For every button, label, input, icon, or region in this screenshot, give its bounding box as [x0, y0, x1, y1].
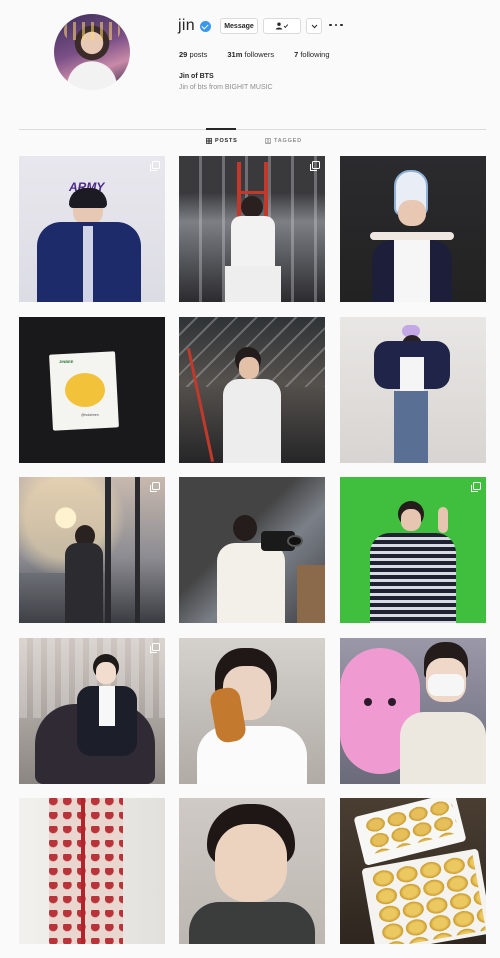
verified-badge-icon [199, 20, 211, 32]
stat-following[interactable]: 7 following [294, 50, 329, 59]
post-thumbnail[interactable] [179, 798, 325, 944]
carousel-icon [471, 482, 481, 492]
stat-posts[interactable]: 29 posts [179, 50, 207, 59]
post-thumbnail[interactable] [179, 477, 325, 623]
message-button[interactable]: Message [220, 18, 258, 34]
post-thumbnail[interactable] [179, 638, 325, 784]
post-thumbnail[interactable] [340, 477, 486, 623]
post-thumbnail[interactable] [19, 798, 165, 944]
profile-tabs: POSTS TAGGED [0, 138, 500, 148]
bio-text: Jin of bts from BIGHIT MUSIC [179, 84, 273, 91]
tabs-divider [19, 129, 486, 130]
sticker-caption: @tvdaimen [81, 413, 99, 417]
sticker-label: JINBEE [59, 359, 74, 364]
tab-tagged[interactable]: TAGGED [265, 138, 302, 144]
profile-stats: 29 posts 31m followers 7 following [179, 50, 350, 59]
post-thumbnail[interactable] [340, 798, 486, 944]
post-thumbnail[interactable] [179, 156, 325, 302]
bio-name: Jin of BTS [179, 73, 214, 80]
chevron-down-icon [311, 24, 317, 28]
post-thumbnail[interactable] [19, 638, 165, 784]
post-thumbnail[interactable] [179, 317, 325, 463]
tab-posts-label: POSTS [215, 138, 238, 144]
carousel-icon [150, 482, 160, 492]
posts-grid: ARMY JINBEE @tvdaimen [19, 156, 486, 946]
tagged-person-icon [265, 138, 271, 144]
carousel-icon [150, 643, 160, 653]
username: jin [178, 17, 195, 34]
suggested-dropdown-button[interactable] [306, 18, 322, 34]
post-thumbnail[interactable] [340, 317, 486, 463]
grid-icon [206, 138, 212, 144]
stat-followers[interactable]: 31m followers [227, 50, 274, 59]
carousel-icon [310, 161, 320, 171]
post-thumbnail[interactable] [19, 477, 165, 623]
tab-tagged-label: TAGGED [274, 138, 302, 144]
post-thumbnail[interactable] [340, 638, 486, 784]
profile-header: jin Message 29 posts 31m followers 7 fol… [0, 0, 500, 128]
active-tab-indicator [206, 128, 236, 130]
carousel-icon [150, 161, 160, 171]
post-thumbnail[interactable]: ARMY [19, 156, 165, 302]
post-thumbnail[interactable]: JINBEE @tvdaimen [19, 317, 165, 463]
following-button[interactable] [263, 18, 301, 34]
tab-posts[interactable]: POSTS [206, 138, 238, 144]
profile-avatar[interactable] [54, 14, 130, 90]
person-check-icon [275, 22, 289, 30]
post-thumbnail[interactable] [340, 156, 486, 302]
username-row: jin [178, 17, 211, 35]
more-options-icon[interactable] [329, 22, 343, 28]
